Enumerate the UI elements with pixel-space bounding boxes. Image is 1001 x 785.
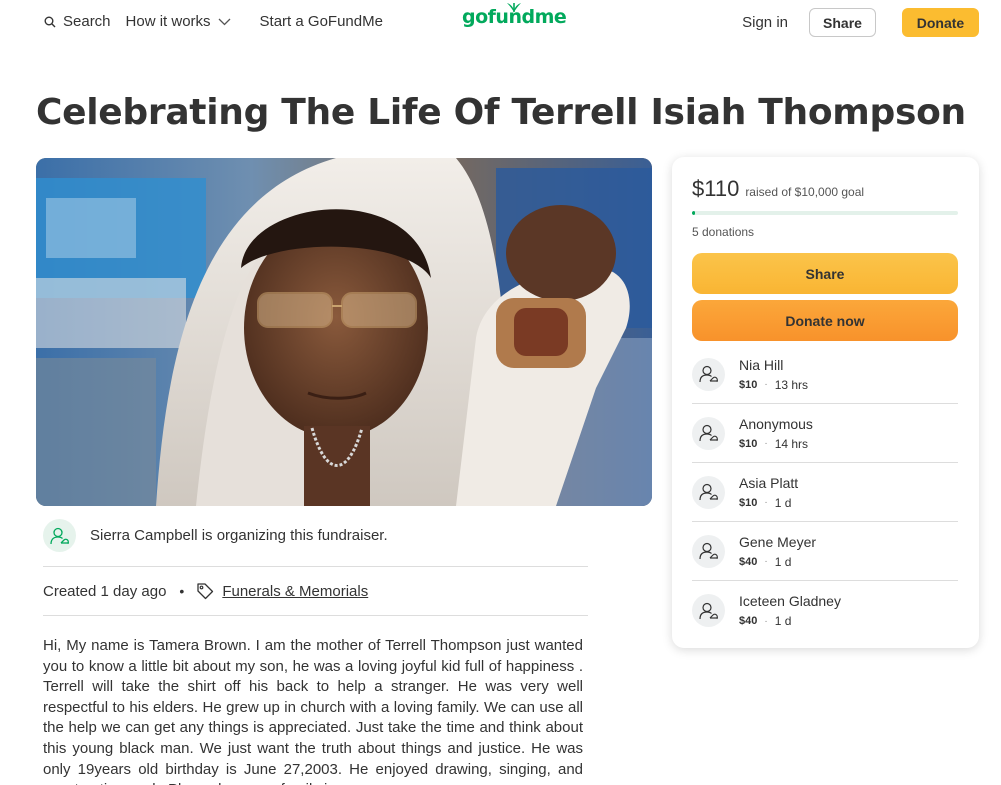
donor-amount: $10 (739, 378, 758, 391)
organizer-avatar (43, 519, 76, 552)
donor-name: Anonymous (739, 415, 813, 432)
donor-name: Nia Hill (739, 356, 784, 373)
nav-right: Sign in Share Donate (742, 8, 979, 37)
dot-separator: · (764, 379, 768, 390)
donor-avatar (692, 475, 725, 509)
donor-name: Iceteen Gladney (739, 593, 841, 609)
how-it-works-menu[interactable]: How it works (126, 13, 231, 30)
start-gofundme-link[interactable]: Start a GoFundMe (260, 13, 383, 30)
divider (43, 615, 588, 616)
donor-avatar-icon (698, 424, 718, 442)
search-label: Search (63, 13, 111, 30)
organizer-row: Sierra Campbell is organizing this fundr… (43, 519, 388, 552)
organizer-text: Sierra Campbell is organizing this fundr… (90, 527, 388, 544)
donor-info: Asia Platt $10 · 1 d (739, 475, 798, 510)
donor-amount: $10 (739, 437, 758, 450)
dot-separator: · (764, 438, 768, 449)
donor-avatar-icon (698, 542, 718, 560)
donor-row: Nia Hill $10 · 13 hrs (692, 345, 958, 404)
progress-bar (692, 211, 958, 215)
donor-list: Nia Hill $10 · 13 hrs Anonymous $10 · 14 hrs… (692, 345, 958, 640)
donor-row: Anonymous $10 · 14 hrs (692, 404, 958, 463)
donate-now-button[interactable]: Donate now (692, 300, 958, 341)
donor-avatar-icon (698, 483, 718, 501)
donor-info: Iceteen Gladney $40 · 1 d (739, 593, 841, 628)
page-title: Celebrating The Life Of Terrell Isiah Th… (36, 92, 966, 133)
donor-meta: $10 · 14 hrs (739, 437, 813, 451)
donor-time: 1 d (774, 554, 792, 569)
campaign-story: Hi, My name is Tamera Brown. I am the mo… (43, 637, 583, 785)
category-link[interactable]: Funerals & Memorials (222, 583, 368, 600)
donor-name: Asia Platt (739, 474, 799, 491)
campaign-photo (36, 158, 652, 506)
donor-avatar-icon (698, 365, 718, 383)
share-button[interactable]: Share (692, 253, 958, 294)
donor-time: 1 d (774, 614, 792, 628)
donor-time: 14 hrs (774, 436, 809, 451)
progress-fill (692, 211, 695, 215)
site-header: Search How it works Start a GoFundMe gof… (0, 0, 1001, 44)
donor-row: Asia Platt $10 · 1 d (692, 463, 958, 522)
donor-meta: $10 · 1 d (739, 496, 798, 510)
donor-name: Gene Meyer (739, 533, 817, 550)
donor-avatar (692, 594, 725, 627)
donor-amount: $40 (739, 615, 758, 627)
start-gofundme-label: Start a GoFundMe (259, 13, 383, 30)
donor-row: Iceteen Gladney $40 · 1 d (692, 581, 958, 640)
donor-info: Nia Hill $10 · 13 hrs (739, 357, 808, 392)
dot-separator: · (764, 615, 768, 627)
organizer-avatar-icon (49, 527, 69, 544)
divider (43, 566, 588, 567)
donor-meta: $40 · 1 d (739, 614, 841, 628)
sign-in-link[interactable]: Sign in (742, 14, 788, 31)
dot-separator: · (764, 556, 768, 567)
donor-info: Gene Meyer $40 · 1 d (739, 534, 816, 569)
chevron-down-icon (218, 18, 231, 25)
donor-avatar (692, 534, 725, 568)
donor-amount: $40 (739, 555, 758, 568)
header-share-button[interactable]: Share (809, 8, 876, 37)
created-text: Created 1 day ago (43, 582, 167, 600)
gofundme-logo[interactable]: gofundme (462, 3, 567, 28)
meta-separator: • (179, 583, 185, 599)
header-donate-button[interactable]: Donate (902, 8, 979, 37)
donor-time: 1 d (774, 495, 792, 510)
donor-amount: $10 (739, 496, 758, 509)
donor-avatar (692, 416, 725, 450)
goal-text: raised of $10,000 goal (745, 185, 865, 199)
donation-card: $110 raised of $10,000 goal 5 donations … (672, 157, 979, 648)
raised-summary: $110 raised of $10,000 goal (692, 176, 864, 202)
search-icon (44, 16, 56, 27)
leaf-logo-icon (507, 3, 521, 12)
campaign-meta: Created 1 day ago • Funerals & Memorials (43, 582, 368, 600)
dot-separator: · (764, 497, 768, 508)
campaign-photo-illustration (36, 158, 652, 506)
search-link[interactable]: Search (44, 13, 111, 30)
raised-amount: $110 (692, 176, 740, 201)
donor-avatar-icon (698, 602, 718, 619)
donor-info: Anonymous $10 · 14 hrs (739, 416, 813, 451)
donor-avatar (692, 357, 725, 391)
nav-left: Search How it works Start a GoFundMe (44, 13, 383, 30)
how-it-works-label: How it works (125, 13, 211, 30)
tag-icon (196, 582, 214, 600)
donor-meta: $40 · 1 d (739, 555, 816, 569)
donor-time: 13 hrs (774, 377, 809, 392)
donor-meta: $10 · 13 hrs (739, 378, 808, 392)
donations-count: 5 donations (692, 225, 755, 239)
donor-row: Gene Meyer $40 · 1 d (692, 522, 958, 581)
